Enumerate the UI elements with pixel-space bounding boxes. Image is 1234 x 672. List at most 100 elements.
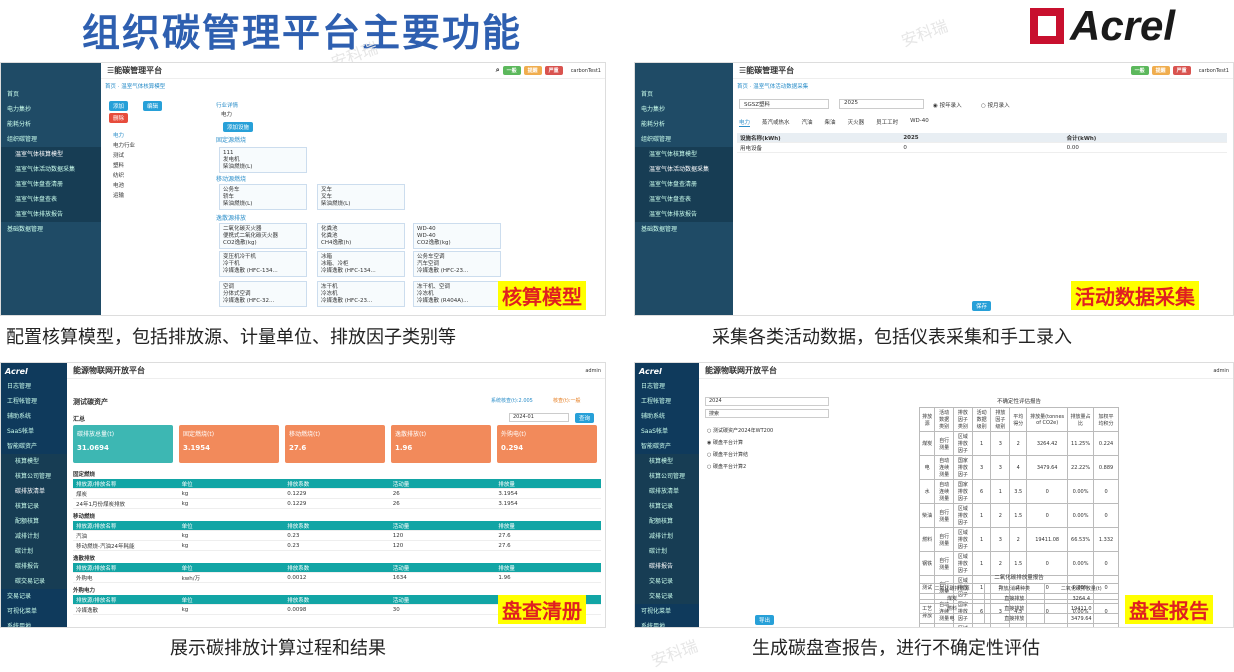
sidebar-item[interactable]: 核算记录 [635, 499, 699, 514]
source-card[interactable]: WD-40 WD-40 CO2逸散(kg) [413, 223, 501, 249]
username[interactable]: admin [585, 368, 605, 374]
menu-icon[interactable]: ☰ [107, 66, 114, 75]
source-card[interactable]: 公务车 轿车 柴油燃烧(L) [219, 184, 307, 210]
year-picker[interactable]: 2025 [839, 99, 924, 109]
energy-tab[interactable]: 柴油 [825, 118, 836, 127]
sidebar-item[interactable]: 电力集抄 [1, 102, 101, 117]
sidebar-item[interactable]: 能耗分析 [635, 117, 733, 132]
add-button[interactable]: 添加 [109, 101, 129, 111]
source-card[interactable]: 冻干机 冷冻机 冷媒逸散 (HFC-23... [317, 281, 405, 307]
sidebar-item[interactable]: 辅助系统 [1, 409, 67, 424]
sidebar-item[interactable]: 组织碳管理 [1, 132, 101, 147]
radio-by-year[interactable]: ◉ 按年录入 [933, 101, 962, 109]
export-button[interactable]: 导出 [755, 615, 775, 625]
source-card[interactable]: 111 发电机 柴油燃烧(L) [219, 147, 307, 173]
source-card[interactable]: 叉车 叉车 柴油燃烧(L) [317, 184, 405, 210]
source-card[interactable]: 公务车空调 汽车空调 冷媒逸散 (HFC-23... [413, 251, 501, 277]
energy-tab[interactable]: 蒸汽或热水 [762, 118, 790, 127]
badge-warn[interactable]: 提醒 [523, 66, 542, 75]
org-select[interactable]: SGSZ塑料 [739, 99, 829, 109]
sidebar-item[interactable]: 系统用地 [1, 619, 67, 627]
sidebar-item[interactable]: 碳交易记录 [1, 574, 67, 589]
sidebar-item[interactable]: 交易记录 [1, 589, 67, 604]
table-row[interactable]: 汽油 kg 0.23 120 27.6 [73, 531, 601, 541]
tree-item[interactable]: 测试 [113, 151, 135, 161]
sidebar-item[interactable]: 可视化菜单 [1, 604, 67, 619]
sidebar-item[interactable]: 配额核算 [635, 514, 699, 529]
energy-tab[interactable]: 电力 [739, 118, 751, 127]
sidebar-item[interactable]: 基础数据管理 [1, 222, 101, 237]
sidebar-item[interactable]: 智能碳资产 [1, 439, 67, 454]
sidebar-item[interactable]: SaaS帐单 [635, 424, 699, 439]
source-card[interactable]: 冰箱 冰箱、冷柜 冷媒逸散 (HFC-134... [317, 251, 405, 277]
sidebar-item[interactable]: 日志管理 [1, 379, 67, 394]
badge-warn[interactable]: 提醒 [1151, 66, 1170, 75]
sidebar-item[interactable]: 电力集抄 [635, 102, 733, 117]
sidebar-item[interactable]: 温室气体盘查表 [1, 192, 101, 207]
sidebar-item[interactable]: 核算记录 [1, 499, 67, 514]
tree-item[interactable]: 运输 [113, 191, 135, 201]
query-button[interactable]: 查询 [575, 413, 595, 423]
sidebar-item[interactable]: 日志管理 [635, 379, 699, 394]
report-item[interactable]: ○ 碳盘平台计算2 [707, 461, 773, 473]
source-card[interactable]: 二氧化碳灭火器 便携式二氧化碳灭火器 CO2逸散(kg) [219, 223, 307, 249]
sidebar-item[interactable]: 碳排报告 [635, 559, 699, 574]
sidebar-item[interactable]: 系统用地 [635, 619, 699, 627]
source-card[interactable]: 冻干机、空调 冷冻机 冷媒逸散 (R404A)... [413, 281, 501, 307]
sidebar-item[interactable]: 碳计划 [1, 544, 67, 559]
energy-tab[interactable]: WD-40 [910, 118, 929, 127]
date-picker[interactable]: 2024-01 [509, 413, 569, 422]
sidebar-item[interactable]: 首页 [1, 87, 101, 102]
sidebar-item[interactable]: 温室气体活动数据采集 [1, 162, 101, 177]
save-button[interactable]: 保存 [972, 301, 992, 311]
sidebar-item[interactable]: 核算模型 [635, 454, 699, 469]
sidebar-item[interactable]: 温室气体盘查清册 [1, 177, 101, 192]
username[interactable]: admin [1213, 368, 1233, 374]
sidebar-item[interactable]: 配额核算 [1, 514, 67, 529]
sidebar-item[interactable]: 温室气体核算模型 [635, 147, 733, 162]
sidebar-item[interactable]: 智能碳资产 [635, 439, 699, 454]
tree-item[interactable]: 塑料 [113, 161, 135, 171]
sidebar-item[interactable]: 减排计划 [635, 529, 699, 544]
report-item[interactable]: ○ 测试碳资产2024年WT200 [707, 425, 773, 437]
sidebar-item[interactable]: 交易记录 [635, 589, 699, 604]
sidebar-item[interactable]: 温室气体盘查表 [635, 192, 733, 207]
report-item[interactable]: ○ 碳盘平台计算结 [707, 449, 773, 461]
source-card[interactable]: 化粪池 化粪池 CH4逸散(h) [317, 223, 405, 249]
sidebar-item[interactable]: 碳排放清单 [1, 484, 67, 499]
sidebar-item[interactable]: 温室气体盘查清册 [635, 177, 733, 192]
table-row[interactable]: 外购电 kwh/万 0.0012 1634 1.96 [73, 573, 601, 583]
year-picker[interactable]: 2024 [705, 397, 829, 406]
sidebar-item[interactable]: 首页 [635, 87, 733, 102]
source-card[interactable]: 变压机冷干机 冷干机 冷媒逸散 (HFC-134... [219, 251, 307, 277]
sidebar-item[interactable]: 碳排放清单 [635, 484, 699, 499]
energy-tab[interactable]: 汽油 [802, 118, 813, 127]
search-icon[interactable]: ⌕ [496, 66, 500, 75]
delete-button[interactable]: 删除 [109, 113, 129, 123]
sidebar-item[interactable]: 温室气体活动数据采集 [635, 162, 733, 177]
sidebar-item[interactable]: 工程帐管理 [1, 394, 67, 409]
sidebar-item[interactable]: 温室气体核算模型 [1, 147, 101, 162]
menu-icon[interactable]: ☰ [739, 66, 746, 75]
sidebar-item[interactable]: 基础数据管理 [635, 222, 733, 237]
table-row[interactable]: 煤炭 kg 0.1229 26 3.1954 [73, 489, 601, 499]
sidebar-item[interactable]: SaaS帐单 [1, 424, 67, 439]
tree-item[interactable]: 电池 [113, 181, 135, 191]
radio-by-month[interactable]: ○ 按月录入 [981, 101, 1010, 109]
energy-tab[interactable]: 员工工时 [876, 118, 898, 127]
sidebar-item[interactable]: 可视化菜单 [635, 604, 699, 619]
sidebar-item[interactable]: 温室气体排放报告 [1, 207, 101, 222]
sidebar-item[interactable]: 温室气体排放报告 [635, 207, 733, 222]
table-row[interactable]: 24年1月份煤炭排放 kg 0.1229 26 3.1954 [73, 499, 601, 509]
username[interactable]: carbonTest1 [1199, 68, 1233, 74]
sidebar-item[interactable]: 交易记录 [635, 574, 699, 589]
sidebar-item[interactable]: 核算公司管理 [635, 469, 699, 484]
sidebar-item[interactable]: 碳计划 [635, 544, 699, 559]
report-item[interactable]: ◉ 碳盘平台计算 [707, 437, 773, 449]
source-card[interactable]: 空调 分体式空调 冷媒逸散 (HFC-32... [219, 281, 307, 307]
energy-tab[interactable]: 灭火器 [848, 118, 865, 127]
tree-item[interactable]: 电力 [113, 131, 135, 141]
sidebar-item[interactable]: 组织碳管理 [635, 132, 733, 147]
search-input[interactable]: 搜索 [705, 409, 829, 418]
badge-severe[interactable]: 严重 [1172, 66, 1191, 75]
